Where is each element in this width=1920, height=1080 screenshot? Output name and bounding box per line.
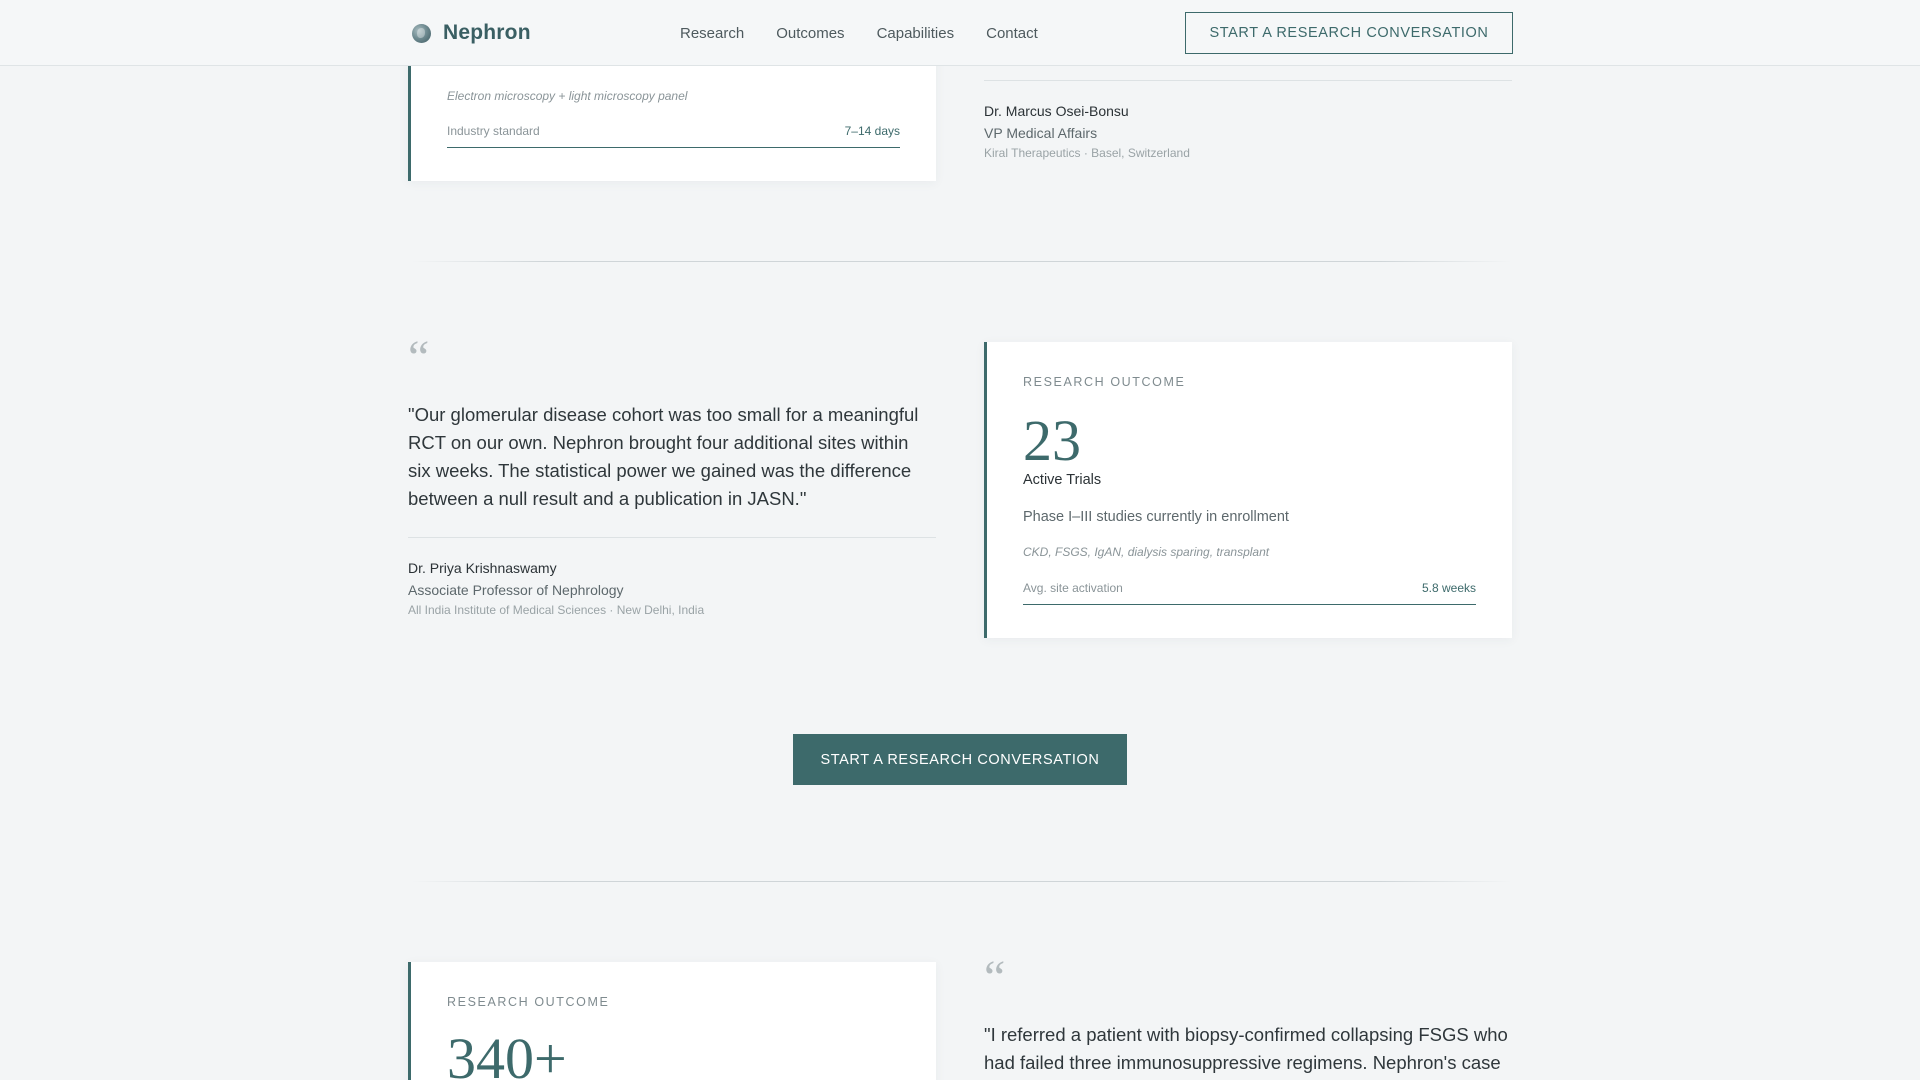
testimonial-quote: "Our glomerular disease cohort was too s… [408,404,919,509]
metric-value: 7–14 days [844,124,900,138]
outcome-metric-row: Avg. site activation 5.8 weeks [1023,581,1476,605]
quote-divider [408,537,936,538]
outcome-number: 23 [1023,408,1081,473]
outcome-eyebrow: RESEARCH OUTCOME [447,995,610,1009]
main-nav: Research Outcomes Capabilities Contact [680,0,1038,66]
section-divider [412,261,1512,262]
start-conversation-button[interactable]: START A RESEARCH CONVERSATION [793,734,1127,785]
author-organization: All India Institute of Medical Sciences … [408,603,705,617]
author-role: VP Medical Affairs [984,125,1098,141]
testimonial-quote: "I referred a patient with biopsy-confir… [984,1024,1508,1073]
header-cta-button[interactable]: START A RESEARCH CONVERSATION [1185,12,1513,54]
brand-link[interactable]: Nephron [412,20,531,46]
nav-research[interactable]: Research [680,25,744,42]
metric-value: 5.8 weeks [1421,581,1476,595]
site-header: Nephron Research Outcomes Capabilities C… [0,0,1920,66]
outcome-metric-row: Industry standard 7–14 days [447,124,900,148]
section-divider [412,881,1512,882]
quote-mark-icon: “ [408,331,430,384]
outcome-card-active-trials: RESEARCH OUTCOME 23 Active Trials Phase … [984,342,1512,638]
outcome-tags: Electron microscopy + light microscopy p… [447,89,688,103]
outcome-number: 340+ [447,1026,567,1080]
outcome-card-bottom: RESEARCH OUTCOME 340+ [408,962,936,1080]
outcome-description: Phase I–III studies currently in enrollm… [1023,509,1289,525]
brand-logo-icon [412,23,431,43]
author-role: Associate Professor of Nephrology [408,582,624,598]
author-name: Dr. Marcus Osei-Bonsu [984,103,1129,119]
author-organization: Kiral Therapeutics · Basel, Switzerland [984,146,1190,160]
outcome-number-label: Active Trials [1023,472,1102,488]
outcome-eyebrow: RESEARCH OUTCOME [1023,375,1186,389]
brand-name: Nephron [443,21,531,44]
nav-capabilities[interactable]: Capabilities [877,25,955,42]
nav-contact[interactable]: Contact [986,25,1038,42]
quote-divider [984,80,1512,81]
author-name: Dr. Priya Krishnaswamy [408,560,557,576]
metric-label: Avg. site activation [1023,581,1123,595]
outcome-tags: CKD, FSGS, IgAN, dialysis sparing, trans… [1023,545,1270,559]
metric-label: Industry standard [447,124,540,138]
nav-outcomes[interactable]: Outcomes [776,25,844,42]
quote-mark-icon: “ [984,951,1006,1004]
